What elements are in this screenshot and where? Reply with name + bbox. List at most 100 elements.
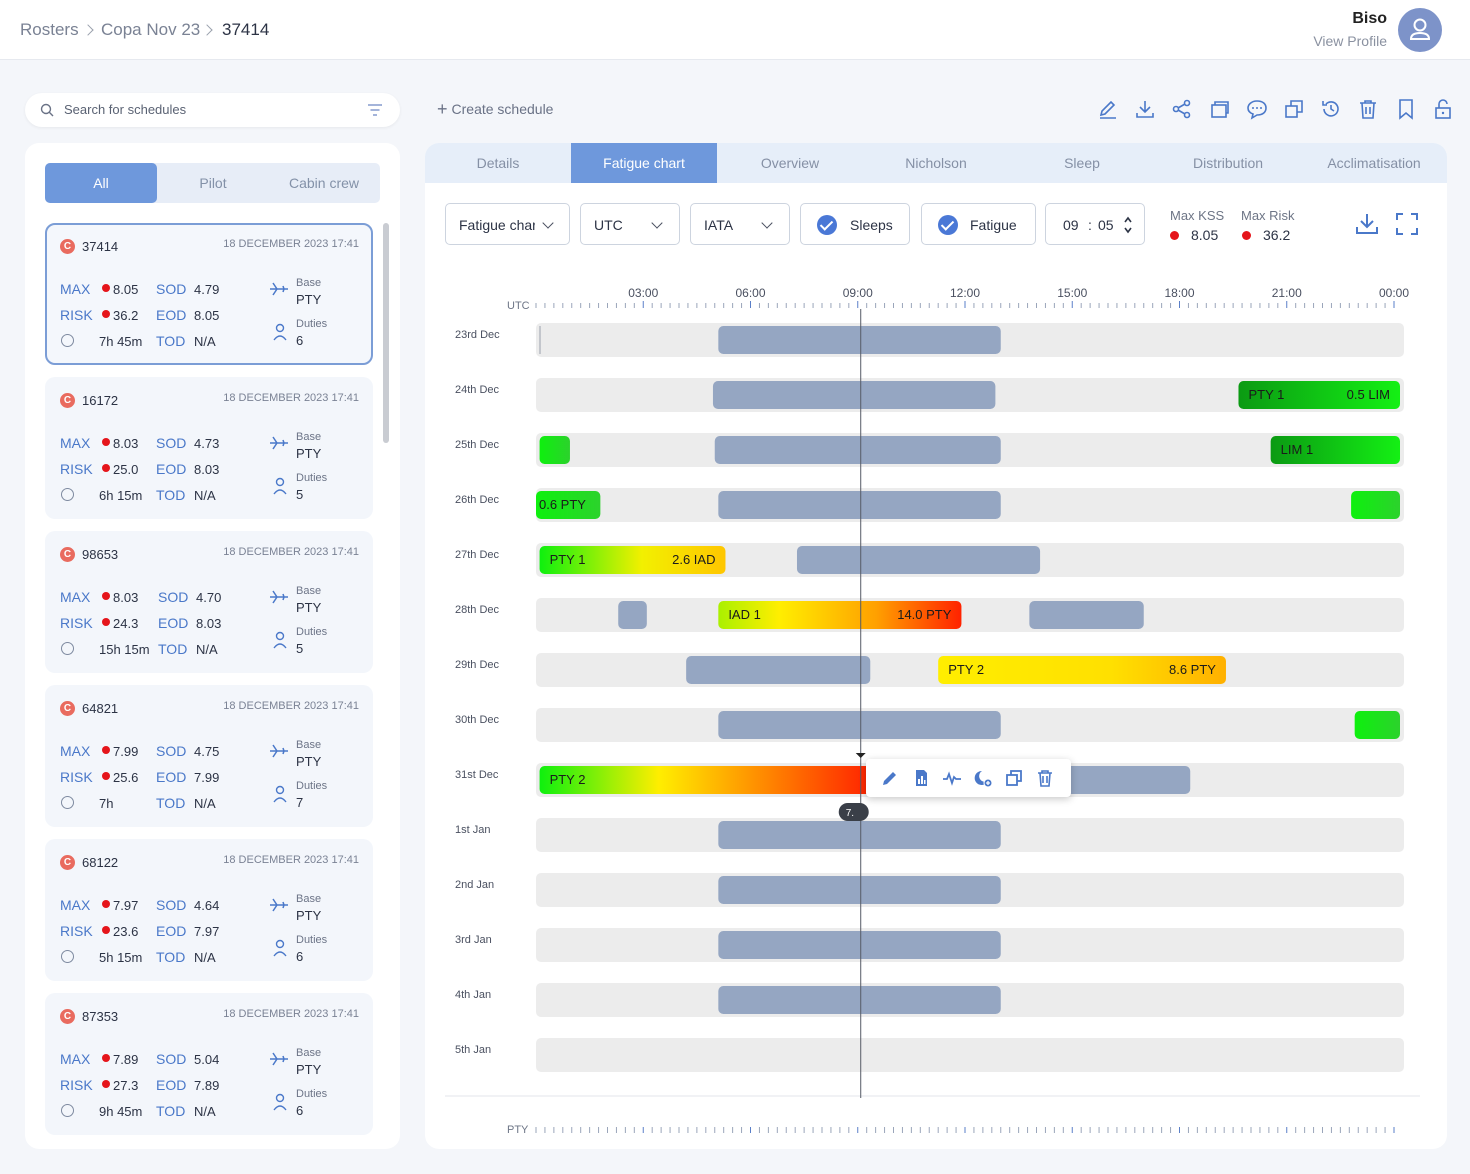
- risk-value: 25.6: [113, 770, 139, 785]
- bookmark-icon[interactable]: [1395, 98, 1417, 120]
- sleeps-label: Sleeps: [850, 217, 893, 233]
- duty-bar[interactable]: [539, 436, 570, 464]
- filter-cabin-crew[interactable]: Cabin crew: [268, 163, 380, 203]
- chevron-right-icon: [201, 24, 213, 36]
- eod-value: 8.05: [194, 308, 220, 323]
- stepper-icon[interactable]: [1123, 215, 1133, 235]
- tab-details[interactable]: Details: [425, 143, 571, 183]
- sleep-bar[interactable]: [1029, 601, 1144, 629]
- popup-report-icon[interactable]: [911, 768, 931, 788]
- search-input[interactable]: [64, 102, 344, 117]
- schedule-card[interactable]: C 68122 18 DECEMBER 2023 17:41 MAX 7.97 RISK 2…: [45, 839, 373, 981]
- create-schedule-button[interactable]: + Create schedule: [437, 99, 553, 120]
- avatar[interactable]: [1398, 8, 1442, 52]
- fatigue-toggle[interactable]: Fatigue: [921, 203, 1036, 245]
- sleep-bar[interactable]: [718, 711, 1001, 739]
- delete-icon[interactable]: [1357, 98, 1379, 120]
- filter-icon[interactable]: [367, 103, 383, 117]
- day-row: 5th Jan: [455, 1038, 1404, 1072]
- top-header: Rosters Copa Nov 23 37414 Biso View Prof…: [0, 0, 1470, 60]
- edit-icon[interactable]: [1097, 98, 1119, 120]
- sleep-bar[interactable]: [712, 381, 996, 409]
- sleeps-toggle[interactable]: Sleeps: [800, 203, 910, 245]
- chart-type-select[interactable]: Fatigue char: [445, 203, 570, 245]
- schedule-card[interactable]: C 16172 18 DECEMBER 2023 17:41 MAX 8.03 RISK 2…: [45, 377, 373, 519]
- sleep-bar[interactable]: [718, 986, 1001, 1014]
- scrollbar[interactable]: [383, 223, 389, 443]
- day-label: 23rd Dec: [455, 329, 500, 341]
- max-label: MAX: [60, 897, 91, 913]
- sleep-bar[interactable]: [796, 546, 1041, 574]
- crew-filter-tabs: All Pilot Cabin crew: [45, 163, 380, 203]
- status-dot: [102, 926, 110, 934]
- schedule-id: 64821: [82, 701, 119, 716]
- crew-type-icon: C: [60, 393, 75, 408]
- fullscreen-icon[interactable]: [1395, 212, 1419, 236]
- breadcrumb-roster[interactable]: Copa Nov 23: [101, 20, 200, 40]
- day-label: 1st Jan: [455, 824, 490, 836]
- history-icon[interactable]: [1320, 98, 1342, 120]
- sleep-bar[interactable]: [714, 436, 1001, 464]
- airport-code-select[interactable]: IATA: [690, 203, 790, 245]
- popup-activity-icon[interactable]: [942, 768, 962, 788]
- time-minutes[interactable]: 05: [1098, 217, 1114, 233]
- sod-label: SOD: [156, 435, 187, 451]
- base-label: Base: [296, 431, 322, 443]
- popup-delete-icon[interactable]: [1035, 768, 1055, 788]
- sleep-bar[interactable]: [718, 931, 1001, 959]
- duplicate-icon[interactable]: [1283, 98, 1305, 120]
- tab-overview[interactable]: Overview: [717, 143, 863, 183]
- timezone-select[interactable]: UTC: [580, 203, 680, 245]
- lock-icon[interactable]: [1432, 98, 1454, 120]
- duty-bar[interactable]: [1351, 491, 1400, 519]
- chevron-down-icon: [542, 217, 554, 229]
- status-dot: [102, 284, 110, 292]
- duty-bar[interactable]: [1354, 711, 1400, 739]
- tab-distribution[interactable]: Distribution: [1155, 143, 1301, 183]
- view-profile-link[interactable]: View Profile: [1313, 33, 1387, 49]
- share-icon[interactable]: [1171, 98, 1193, 120]
- filter-pilot[interactable]: Pilot: [157, 163, 269, 203]
- schedule-card[interactable]: C 98653 18 DECEMBER 2023 17:41 MAX 8.03 RISK 2…: [45, 531, 373, 673]
- time-hours[interactable]: 09: [1063, 217, 1079, 233]
- status-dot: [102, 746, 110, 754]
- clock-icon: [61, 488, 74, 501]
- max-value: 8.03: [113, 436, 139, 451]
- comment-icon[interactable]: [1246, 98, 1268, 120]
- popup-edit-icon[interactable]: [880, 768, 900, 788]
- duration-value: 7h 45m: [99, 334, 143, 349]
- schedule-id: 37414: [82, 239, 119, 254]
- sleep-bar[interactable]: [718, 821, 1001, 849]
- schedule-card[interactable]: C 37414 18 DECEMBER 2023 17:41 MAX 8.05 RISK 3…: [45, 223, 373, 365]
- popup-duplicate-icon[interactable]: [1004, 768, 1024, 788]
- download-chart-icon[interactable]: [1354, 211, 1380, 237]
- sleep-bar[interactable]: [718, 491, 1001, 519]
- tab-acclimatisation[interactable]: Acclimatisation: [1301, 143, 1447, 183]
- sleep-bar[interactable]: [618, 601, 647, 629]
- max-value: 7.99: [113, 744, 139, 759]
- sleep-bar[interactable]: [718, 326, 1001, 354]
- person-icon: [273, 477, 287, 495]
- schedule-card[interactable]: C 87353 18 DECEMBER 2023 17:41 MAX 7.89 RISK 2…: [45, 993, 373, 1135]
- schedule-card[interactable]: C 64821 18 DECEMBER 2023 17:41 MAX 7.99 RISK 2…: [45, 685, 373, 827]
- schedule-search-bar: [25, 93, 400, 127]
- chevron-down-icon: [651, 217, 663, 229]
- duties-value: 6: [296, 333, 304, 348]
- base-label: Base: [296, 893, 322, 905]
- copy-window-icon[interactable]: [1209, 98, 1231, 120]
- tab-nicholson[interactable]: Nicholson: [863, 143, 1009, 183]
- time-input[interactable]: 09 : 05: [1045, 203, 1145, 245]
- popup-sleep-add-icon[interactable]: [973, 768, 993, 788]
- filter-all[interactable]: All: [45, 163, 157, 203]
- tod-label: TOD: [156, 333, 186, 349]
- sleep-bar[interactable]: [718, 876, 1001, 904]
- sleep-bar[interactable]: [686, 656, 871, 684]
- status-dot: [102, 464, 110, 472]
- base-value: PTY: [296, 600, 322, 615]
- sod-value: 4.73: [194, 436, 220, 451]
- breadcrumb-rosters[interactable]: Rosters: [20, 20, 79, 40]
- tab-sleep[interactable]: Sleep: [1009, 143, 1155, 183]
- tab-fatigue-chart[interactable]: Fatigue chart: [571, 143, 717, 183]
- status-dot: [102, 438, 110, 446]
- download-icon[interactable]: [1134, 98, 1156, 120]
